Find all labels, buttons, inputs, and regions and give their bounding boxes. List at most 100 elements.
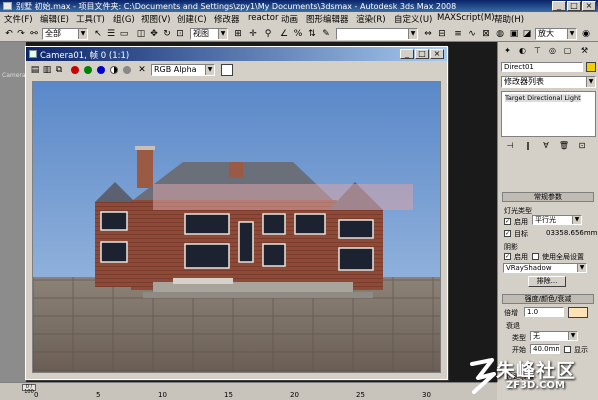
display-tab-icon[interactable]: ▢ bbox=[561, 44, 574, 57]
quick-render-icon[interactable]: ◉ bbox=[580, 28, 592, 40]
modifier-list-dropdown[interactable]: 修改器列表 ▼ bbox=[501, 76, 596, 88]
light-enable-checkbox[interactable]: ✓ bbox=[504, 218, 511, 225]
alpha-channel-icon[interactable] bbox=[110, 66, 118, 74]
menu-customize[interactable]: 自定义(U) bbox=[394, 13, 432, 25]
snap-icon[interactable]: ⚲ bbox=[262, 28, 274, 40]
schematic-icon[interactable]: ⊠ bbox=[480, 28, 492, 40]
rendered-frame-window[interactable]: Camera01, 帧 0 (1:1) _ □ × ▤ ▥ ⧉ ✕ RGB Al… bbox=[25, 46, 448, 380]
menu-reactor[interactable]: reactor bbox=[248, 13, 278, 23]
multiplier-field[interactable]: 1.0 bbox=[524, 307, 564, 317]
mirror-icon[interactable]: ⇔ bbox=[422, 28, 434, 40]
object-color-swatch[interactable] bbox=[586, 62, 596, 72]
clone-icon[interactable]: ⧉ bbox=[53, 64, 65, 76]
percent-snap-icon[interactable]: % bbox=[292, 28, 304, 40]
show-end-result-icon[interactable]: ‖ bbox=[522, 140, 534, 152]
green-channel-icon[interactable] bbox=[84, 66, 92, 74]
use-global-checkbox[interactable] bbox=[532, 253, 539, 260]
move-icon[interactable]: ✥ bbox=[148, 28, 160, 40]
pin-stack-icon[interactable]: ⊣ bbox=[504, 140, 516, 152]
mono-icon[interactable] bbox=[123, 66, 131, 74]
material-editor-icon[interactable]: ◍ bbox=[494, 28, 506, 40]
make-unique-icon[interactable]: ∀ bbox=[540, 140, 552, 152]
motion-tab-icon[interactable]: ◎ bbox=[546, 44, 559, 57]
align-icon[interactable]: ⊟ bbox=[436, 28, 448, 40]
timeline[interactable]: 0 / 100 0 5 10 15 20 25 30 bbox=[0, 382, 497, 400]
blue-channel-icon[interactable] bbox=[97, 66, 105, 74]
render-setup-icon[interactable]: ▣ bbox=[508, 28, 520, 40]
stack-item[interactable]: Target Directional Light bbox=[505, 94, 581, 102]
hierarchy-tab-icon[interactable]: ⊤ bbox=[531, 44, 544, 57]
menu-create[interactable]: 创建(C) bbox=[177, 13, 207, 25]
curve-editor-icon[interactable]: ∿ bbox=[466, 28, 478, 40]
target-checkbox[interactable]: ✓ bbox=[504, 230, 511, 237]
maximize-button[interactable]: □ bbox=[567, 1, 581, 11]
remove-modifier-icon[interactable]: 🗑 bbox=[558, 140, 570, 152]
color-swatch[interactable] bbox=[221, 64, 233, 76]
rf-maximize-button[interactable]: □ bbox=[415, 49, 429, 59]
rf-minimize-button[interactable]: _ bbox=[400, 49, 414, 59]
decay-show-checkbox[interactable] bbox=[564, 346, 571, 353]
link-icon[interactable]: ⚯ bbox=[28, 28, 40, 40]
chevron-down-icon: ▼ bbox=[408, 29, 417, 39]
angle-snap-icon[interactable]: ∠ bbox=[278, 28, 290, 40]
exclude-button[interactable]: 排除... bbox=[528, 276, 566, 287]
time-slider[interactable]: 0 / 100 bbox=[22, 384, 36, 395]
close-button[interactable]: × bbox=[582, 1, 596, 11]
scale-icon[interactable]: ⊡ bbox=[174, 28, 186, 40]
timeline-tick: 15 bbox=[224, 391, 233, 399]
select-manipulate-icon[interactable]: ✛ bbox=[247, 28, 259, 40]
rendered-house-image bbox=[33, 82, 440, 372]
menu-maxscript[interactable]: MAXScript(M) bbox=[437, 13, 495, 23]
clear-icon[interactable]: ✕ bbox=[136, 64, 148, 76]
menu-help[interactable]: 帮助(H) bbox=[494, 13, 524, 25]
viewport-label[interactable]: Camera bbox=[2, 72, 26, 79]
intensity-rollout[interactable]: 强度/颜色/衰减 bbox=[502, 294, 594, 304]
zoom-dropdown[interactable]: 放大 ▼ bbox=[535, 28, 577, 40]
menu-modifiers[interactable]: 修改器 bbox=[214, 13, 240, 25]
rendered-frame-title-bar[interactable]: Camera01, 帧 0 (1:1) _ □ × bbox=[26, 47, 447, 61]
utilities-tab-icon[interactable]: ⚒ bbox=[578, 44, 591, 57]
light-type-dropdown[interactable]: 平行光 ▼ bbox=[532, 215, 582, 225]
pivot-icon[interactable]: ⊞ bbox=[232, 28, 244, 40]
redo-icon[interactable]: ↷ bbox=[15, 28, 27, 40]
select-object-icon[interactable]: ↖ bbox=[92, 28, 104, 40]
spinner-snap-icon[interactable]: ⇅ bbox=[306, 28, 318, 40]
edit-named-sel-icon[interactable]: ✎ bbox=[320, 28, 332, 40]
reference-coord-dropdown[interactable]: 视图 ▼ bbox=[190, 28, 228, 40]
left-viewport[interactable]: Camera bbox=[0, 42, 26, 382]
select-by-name-icon[interactable]: ☰ bbox=[105, 28, 117, 40]
copy-icon[interactable]: ▥ bbox=[41, 64, 53, 76]
menu-group[interactable]: 组(G) bbox=[113, 13, 135, 25]
general-params-rollout[interactable]: 常规参数 bbox=[502, 192, 594, 202]
rotate-icon[interactable]: ↻ bbox=[161, 28, 173, 40]
modifier-stack[interactable]: Target Directional Light bbox=[501, 91, 596, 137]
rect-region-icon[interactable]: ▭ bbox=[118, 28, 130, 40]
decay-start-field[interactable]: 40.0mm bbox=[530, 344, 560, 354]
shadow-type-dropdown[interactable]: VRayShadow ▼ bbox=[503, 263, 587, 273]
window-crossing-icon[interactable]: ◫ bbox=[135, 28, 147, 40]
layer-icon[interactable]: ≡ bbox=[452, 28, 464, 40]
rf-close-button[interactable]: × bbox=[430, 49, 444, 59]
save-icon[interactable]: ▤ bbox=[29, 64, 41, 76]
light-color-swatch[interactable] bbox=[568, 307, 588, 318]
named-selection-dropdown[interactable]: ▼ bbox=[336, 28, 418, 40]
menu-view[interactable]: 视图(V) bbox=[141, 13, 170, 25]
minimize-button[interactable]: _ bbox=[552, 1, 566, 11]
menu-graph-editors[interactable]: 图形编辑器 bbox=[306, 13, 349, 25]
configure-sets-icon[interactable]: ⊡ bbox=[576, 140, 588, 152]
render-frame-icon[interactable]: ◪ bbox=[521, 28, 533, 40]
selection-filter-dropdown[interactable]: 全部 ▼ bbox=[42, 28, 88, 40]
object-name-field[interactable]: Direct01 bbox=[501, 62, 583, 72]
menu-edit[interactable]: 编辑(E) bbox=[40, 13, 69, 25]
modify-tab-icon[interactable]: ◐ bbox=[516, 44, 529, 57]
menu-file[interactable]: 文件(F) bbox=[4, 13, 33, 25]
decay-type-dropdown[interactable]: 无 ▼ bbox=[530, 331, 578, 341]
create-tab-icon[interactable]: ✦ bbox=[501, 44, 514, 57]
channel-dropdown[interactable]: RGB Alpha ▼ bbox=[151, 64, 215, 76]
undo-icon[interactable]: ↶ bbox=[3, 28, 15, 40]
menu-animation[interactable]: 动画 bbox=[281, 13, 298, 25]
red-channel-icon[interactable] bbox=[71, 66, 79, 74]
shadow-enable-checkbox[interactable]: ✓ bbox=[504, 253, 511, 260]
menu-tools[interactable]: 工具(T) bbox=[76, 13, 105, 25]
menu-rendering[interactable]: 渲染(R) bbox=[356, 13, 386, 25]
